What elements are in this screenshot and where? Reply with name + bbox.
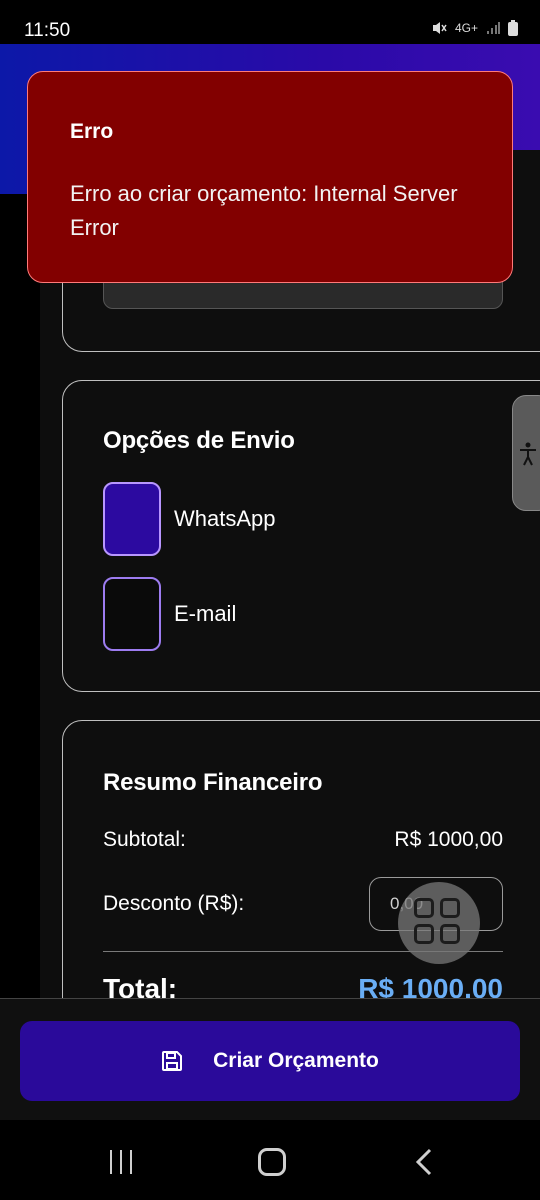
mute-icon [432, 22, 447, 34]
system-nav-bar [0, 1120, 540, 1200]
back-icon[interactable] [414, 1148, 434, 1176]
email-checkbox[interactable] [103, 577, 161, 651]
whatsapp-checkbox[interactable] [103, 482, 161, 556]
shipping-options-card: Opções de Envio WhatsApp E-mail [62, 380, 540, 692]
accessibility-icon [520, 442, 536, 466]
status-time: 11:50 [24, 20, 71, 41]
discount-label: Desconto (R$): [103, 892, 245, 915]
home-icon[interactable] [258, 1148, 286, 1176]
financial-summary-title: Resumo Financeiro [103, 769, 323, 796]
option-email[interactable]: E-mail [103, 577, 236, 651]
save-icon [162, 1051, 183, 1071]
error-toast-title: Erro [70, 120, 114, 143]
error-toast[interactable]: Erro Erro ao criar orçamento: Internal S… [27, 71, 513, 283]
subtotal-value: R$ 1000,00 [394, 828, 503, 851]
subtotal-label: Subtotal: [103, 828, 186, 851]
whatsapp-label: WhatsApp [174, 506, 276, 531]
status-bar: 11:50 4G+ [0, 0, 540, 44]
battery-icon [508, 20, 518, 36]
shipping-options-title: Opções de Envio [103, 427, 295, 454]
error-toast-message: Erro ao criar orçamento: Internal Server… [70, 181, 458, 240]
bottom-action-bar: Criar Orçamento [0, 998, 540, 1120]
create-budget-label: Criar Orçamento [213, 1049, 379, 1072]
create-budget-button[interactable]: Criar Orçamento [20, 1021, 520, 1101]
network-type: 4G+ [454, 21, 478, 35]
accessibility-tab[interactable] [512, 395, 540, 511]
quick-actions-button[interactable] [398, 882, 480, 964]
email-label: E-mail [174, 601, 237, 626]
signal-icon [487, 22, 500, 34]
option-whatsapp[interactable]: WhatsApp [103, 482, 276, 556]
status-icons: 4G+ [431, 19, 518, 37]
recent-apps-icon[interactable] [108, 1150, 134, 1174]
